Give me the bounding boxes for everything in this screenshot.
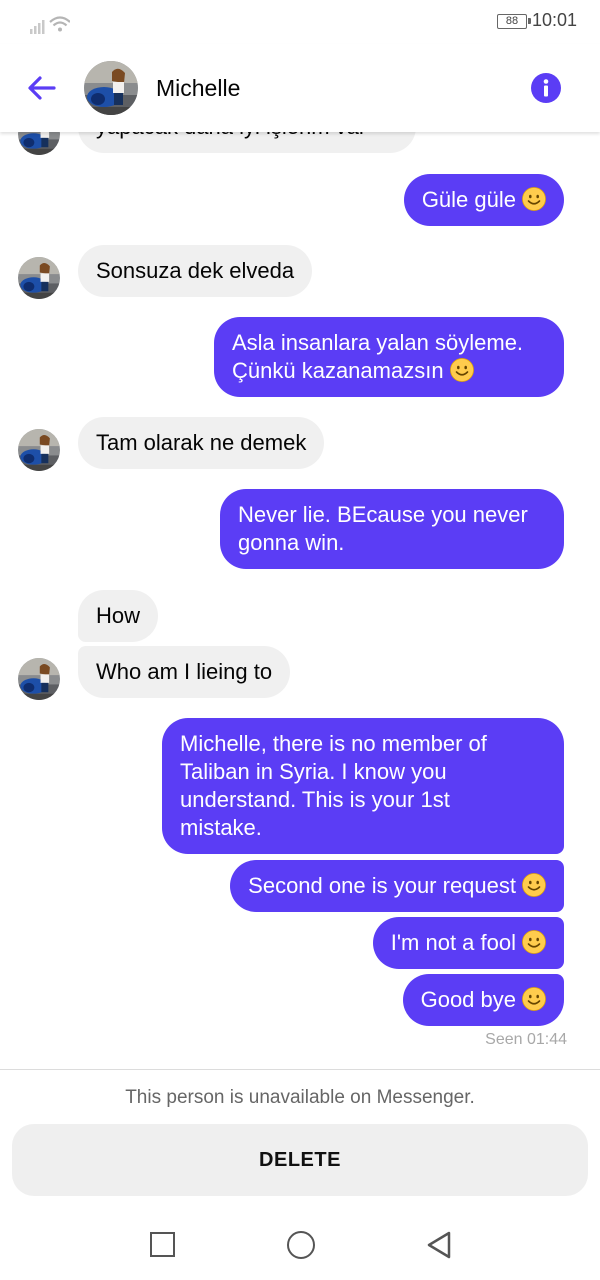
message-thread[interactable]: yapacak daha iyi işlerim var Güle güle S… — [0, 0, 600, 1064]
message-line: Asla insanlara yalan söyleme. — [232, 330, 524, 355]
message-text: Tam olarak ne demek — [96, 430, 307, 455]
info-icon[interactable] — [530, 72, 562, 104]
signal-wifi-icon — [30, 16, 70, 34]
message-bubble-incoming[interactable]: Who am I lieing to — [78, 646, 291, 698]
message-line: gonna win. — [238, 530, 345, 555]
message-text: How — [96, 603, 141, 628]
seen-status: Seen 01:44 — [485, 1031, 567, 1048]
message-line: Taliban in Syria. I know you — [180, 759, 447, 784]
message-text: I'm not a fool — [390, 930, 516, 955]
status-bar: 88 10:01 — [0, 0, 600, 44]
status-time: 10:01 — [532, 10, 578, 30]
contact-avatar[interactable] — [18, 658, 60, 700]
message-line: Never lie. BEcause you never — [238, 502, 528, 527]
contact-name[interactable]: Michelle — [156, 75, 240, 102]
message-bubble-outgoing[interactable]: Asla insanlara yalan söyleme. Çünkü kaza… — [214, 317, 564, 397]
divider — [0, 1069, 600, 1070]
smiling-face-emoji-icon — [522, 187, 546, 211]
smiling-face-emoji-icon — [522, 873, 546, 897]
contact-avatar[interactable] — [18, 429, 60, 471]
message-text: Who am I lieing to — [96, 659, 273, 684]
smiling-face-emoji-icon — [522, 987, 546, 1011]
avatar-photo — [84, 61, 138, 115]
message-line: Çünkü kazanamazsın — [232, 358, 444, 383]
contact-avatar[interactable] — [18, 257, 60, 299]
message-text: Güle güle — [421, 187, 516, 212]
avatar-photo — [18, 429, 60, 471]
message-bubble-outgoing[interactable]: Never lie. BEcause you never gonna win. — [220, 489, 564, 569]
message-bubble-outgoing[interactable]: Michelle, there is no member of Taliban … — [162, 718, 564, 854]
contact-avatar[interactable] — [84, 61, 138, 115]
nav-back-icon[interactable] — [425, 1230, 453, 1260]
unavailable-notice: This person is unavailable on Messenger. — [125, 1087, 475, 1108]
smiling-face-emoji-icon — [522, 930, 546, 954]
delete-button[interactable]: DELETE — [12, 1124, 588, 1196]
message-bubble-outgoing[interactable]: Güle güle — [403, 174, 564, 226]
message-line: Michelle, there is no member of — [180, 731, 487, 756]
smiling-face-emoji-icon — [450, 358, 474, 382]
recent-apps-icon[interactable] — [150, 1232, 175, 1257]
message-bubble-outgoing[interactable]: Second one is your request — [230, 860, 564, 912]
message-text: Sonsuza dek elveda — [96, 258, 295, 283]
arrow-left-icon[interactable] — [24, 70, 60, 106]
message-bubble-incoming[interactable]: Tam olarak ne demek — [78, 417, 325, 469]
message-text: Second one is your request — [248, 873, 516, 898]
message-bubble-incoming[interactable]: Sonsuza dek elveda — [78, 245, 313, 297]
message-line: mistake. — [180, 815, 262, 840]
battery-icon: 88 — [497, 14, 531, 29]
avatar-photo — [18, 658, 60, 700]
message-bubble-incoming[interactable]: How — [78, 590, 159, 642]
home-icon[interactable] — [287, 1231, 315, 1259]
message-bubble-outgoing[interactable]: Good bye — [402, 974, 564, 1026]
avatar-photo — [18, 257, 60, 299]
system-navigation-bar — [0, 1210, 600, 1280]
message-bubble-outgoing[interactable]: I'm not a fool — [372, 917, 564, 969]
message-line: understand. This is your 1st — [180, 787, 450, 812]
message-text: Good bye — [420, 987, 516, 1012]
conversation-header: Michelle — [0, 44, 600, 132]
